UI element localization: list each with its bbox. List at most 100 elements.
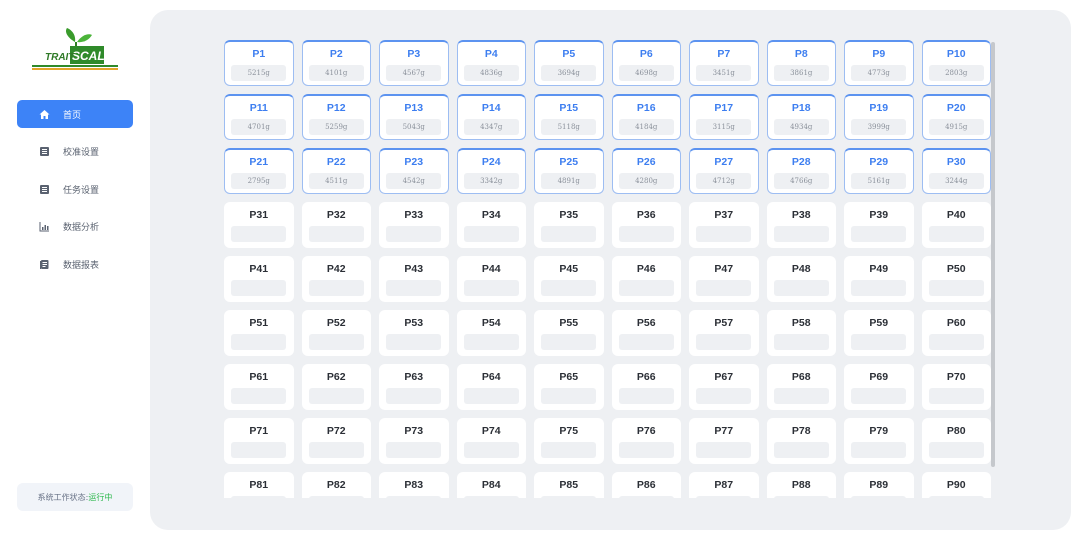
plot-cell[interactable]: P48 [766,256,836,302]
plot-cell[interactable]: P78 [766,418,836,464]
plot-cell[interactable]: P16 4184g [611,94,681,140]
plot-cell[interactable]: P41 [224,256,294,302]
plot-cell[interactable]: P84 [456,472,526,498]
nav-item-home[interactable]: 首页 [17,100,133,128]
plot-weight [231,226,287,242]
plot-cell[interactable]: P45 [534,256,604,302]
plot-cell[interactable]: P67 [689,364,759,410]
plot-cell[interactable]: P10 2803g [921,40,991,86]
plot-weight [851,496,907,498]
plot-cell[interactable]: P51 [224,310,294,356]
plot-cell[interactable]: P17 3115g [689,94,759,140]
plot-cell[interactable]: P27 4712g [689,148,759,194]
plot-cell[interactable]: P70 [921,364,991,410]
plot-cell[interactable]: P30 3244g [921,148,991,194]
plot-cell[interactable]: P3 4567g [379,40,449,86]
plot-cell[interactable]: P61 [224,364,294,410]
plot-cell[interactable]: P33 [379,202,449,248]
plot-cell[interactable]: P64 [456,364,526,410]
plot-cell[interactable]: P37 [689,202,759,248]
plot-cell[interactable]: P5 3694g [534,40,604,86]
plot-cell[interactable]: P82 [301,472,371,498]
plot-cell[interactable]: P13 5043g [379,94,449,140]
plot-cell[interactable]: P18 4934g [766,94,836,140]
plot-cell[interactable]: P77 [689,418,759,464]
plot-cell[interactable]: P68 [766,364,836,410]
plot-cell[interactable]: P1 5215g [224,40,294,86]
plot-cell[interactable]: P22 4511g [301,148,371,194]
plot-cell[interactable]: P88 [766,472,836,498]
plot-cell[interactable]: P90 [921,472,991,498]
plot-cell[interactable]: P58 [766,310,836,356]
plot-cell[interactable]: P59 [844,310,914,356]
plot-cell[interactable]: P20 4915g [921,94,991,140]
plot-cell[interactable]: P34 [456,202,526,248]
plot-cell[interactable]: P87 [689,472,759,498]
plot-cell[interactable]: P29 5161g [844,148,914,194]
plot-cell[interactable]: P89 [844,472,914,498]
plot-cell[interactable]: P63 [379,364,449,410]
plot-cell[interactable]: P28 4766g [766,148,836,194]
plot-cell[interactable]: P65 [534,364,604,410]
plot-cell[interactable]: P71 [224,418,294,464]
plot-cell[interactable]: P80 [921,418,991,464]
plot-cell[interactable]: P49 [844,256,914,302]
plot-cell[interactable]: P54 [456,310,526,356]
plot-cell[interactable]: P79 [844,418,914,464]
plot-cell[interactable]: P60 [921,310,991,356]
plot-cell[interactable]: P8 3861g [766,40,836,86]
plot-cell[interactable]: P50 [921,256,991,302]
nav-item-data-report[interactable]: 数据报表 [17,250,133,278]
plot-cell[interactable]: P15 5118g [534,94,604,140]
plot-cell[interactable]: P53 [379,310,449,356]
plot-cell[interactable]: P42 [301,256,371,302]
plot-cell[interactable]: P4 4836g [456,40,526,86]
plot-cell[interactable]: P7 3451g [689,40,759,86]
plot-cell[interactable]: P9 4773g [844,40,914,86]
plot-cell[interactable]: P26 4280g [611,148,681,194]
plot-cell[interactable]: P36 [611,202,681,248]
plot-cell[interactable]: P52 [301,310,371,356]
plot-cell[interactable]: P73 [379,418,449,464]
plot-cell[interactable]: P32 [301,202,371,248]
plot-cell[interactable]: P38 [766,202,836,248]
plot-cell[interactable]: P24 3342g [456,148,526,194]
plot-cell[interactable]: P6 4698g [611,40,681,86]
plot-cell[interactable]: P40 [921,202,991,248]
plot-cell[interactable]: P57 [689,310,759,356]
nav-item-task-settings[interactable]: 任务设置 [17,175,133,203]
plot-cell[interactable]: P14 4347g [456,94,526,140]
plot-cell[interactable]: P83 [379,472,449,498]
plot-cell[interactable]: P81 [224,472,294,498]
plot-cell[interactable]: P74 [456,418,526,464]
plot-cell[interactable]: P72 [301,418,371,464]
plot-cell[interactable]: P66 [611,364,681,410]
nav-item-calibration-settings[interactable]: 校准设置 [17,138,133,166]
plot-cell[interactable]: P75 [534,418,604,464]
plot-cell[interactable]: P11 4701g [224,94,294,140]
plot-cell[interactable]: P85 [534,472,604,498]
plot-cell[interactable]: P21 2795g [224,148,294,194]
plot-cell[interactable]: P86 [611,472,681,498]
plot-label: P13 [404,102,424,114]
plot-cell[interactable]: P56 [611,310,681,356]
plot-cell[interactable]: P31 [224,202,294,248]
plot-cell[interactable]: P76 [611,418,681,464]
plot-cell[interactable]: P2 4101g [301,40,371,86]
plot-cell[interactable]: P19 3999g [844,94,914,140]
plot-cell[interactable]: P62 [301,364,371,410]
plot-cell[interactable]: P46 [611,256,681,302]
plot-cell[interactable]: P44 [456,256,526,302]
plot-cell[interactable]: P23 4542g [379,148,449,194]
plot-cell[interactable]: P25 4891g [534,148,604,194]
plot-label: P51 [249,317,269,329]
plot-cell[interactable]: P35 [534,202,604,248]
plot-cell[interactable]: P55 [534,310,604,356]
nav-item-data-analysis[interactable]: 数据分析 [17,213,133,241]
plot-cell[interactable]: P12 5259g [301,94,371,140]
plot-cell[interactable]: P69 [844,364,914,410]
plot-cell[interactable]: P43 [379,256,449,302]
plot-cell[interactable]: P39 [844,202,914,248]
plot-cell[interactable]: P47 [689,256,759,302]
plot-grid-scrollbar[interactable] [991,42,995,467]
